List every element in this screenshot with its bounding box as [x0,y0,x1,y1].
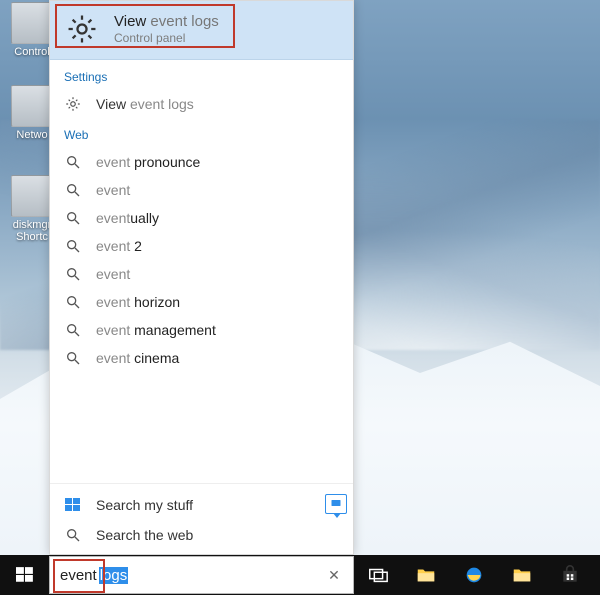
taskbar-store[interactable] [546,555,594,595]
result-text: event horizon [96,294,180,310]
search-the-web[interactable]: Search the web [50,520,353,550]
search-icon [64,265,82,283]
search-typed-text: event [60,567,97,584]
gear-icon [64,95,82,113]
search-icon [64,321,82,339]
results-list: Settings View event logs Web event prono… [50,60,353,483]
best-match-title-query: event logs [150,13,218,30]
result-text: eventually [96,210,159,226]
footer-text: Search the web [96,527,193,543]
result-text: event pronounce [96,154,200,170]
web-result[interactable]: event management [50,316,353,344]
taskbar-task-view[interactable] [354,555,402,595]
search-icon [64,526,82,544]
result-text: event management [96,322,216,338]
web-result[interactable]: event 2 [50,232,353,260]
settings-result[interactable]: View event logs [50,90,353,118]
web-result[interactable]: event horizon [50,288,353,316]
taskbar-internet-explorer[interactable] [450,555,498,595]
search-icon [64,181,82,199]
search-icon [64,349,82,367]
footer-text: Search my stuff [96,497,193,513]
panel-footer: Search my stuff Search the web [50,483,353,554]
search-icon [64,153,82,171]
search-input[interactable]: event logs ✕ [49,556,354,594]
result-text: event [96,182,130,198]
windows-tile-icon [64,496,82,514]
section-label-settings: Settings [50,60,353,90]
web-result[interactable]: event [50,260,353,288]
feedback-icon[interactable] [325,494,347,514]
web-result[interactable]: event [50,176,353,204]
best-match-title-prefix: View [114,13,150,30]
search-icon [64,293,82,311]
taskbar-file-explorer-2[interactable] [498,555,546,595]
result-text: View event logs [96,96,194,112]
taskbar-file-explorer[interactable] [402,555,450,595]
result-text: event cinema [96,350,179,366]
result-text: event [96,266,130,282]
search-autocomplete-selection: logs [99,567,129,584]
gear-icon [64,11,100,47]
web-result[interactable]: eventually [50,204,353,232]
best-match-title: View event logs [114,13,219,30]
search-results-panel: View event logs Control panel Settings V… [49,0,354,555]
diskmgr-icon [11,175,53,217]
best-match-subtitle: Control panel [114,31,219,45]
clear-search-button[interactable]: ✕ [321,562,347,588]
search-my-stuff[interactable]: Search my stuff [50,490,353,520]
network-icon [11,85,53,127]
search-icon [64,237,82,255]
best-match-text: View event logs Control panel [114,13,219,45]
web-result[interactable]: event pronounce [50,148,353,176]
start-button[interactable] [0,555,49,595]
best-match-result[interactable]: View event logs Control panel [50,1,353,60]
search-icon [64,209,82,227]
section-label-web: Web [50,118,353,148]
search-input-text: event logs [60,557,321,593]
result-text: event 2 [96,238,142,254]
web-result[interactable]: event cinema [50,344,353,372]
control-panel-icon [11,2,53,44]
